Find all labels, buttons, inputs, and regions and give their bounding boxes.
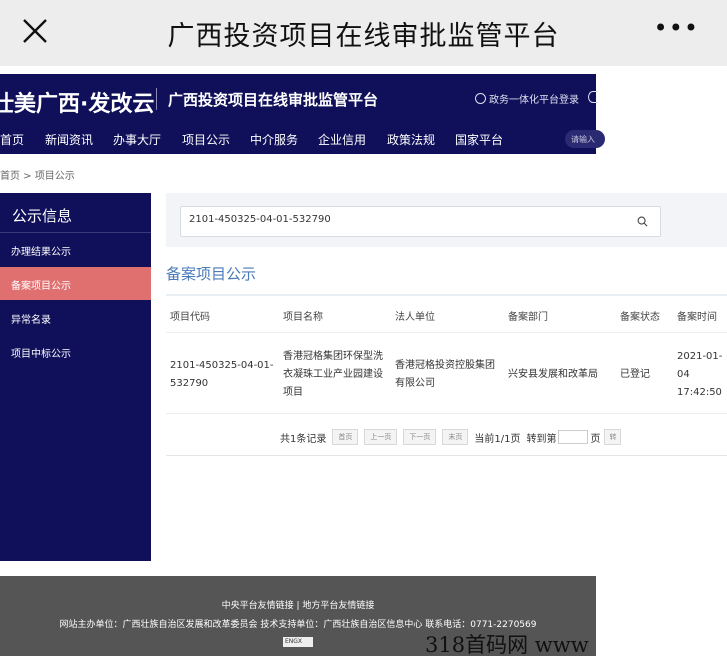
last-page-button[interactable]: 末页 (442, 429, 469, 445)
login-label: 政务一体化平台登录 (489, 95, 579, 106)
more-options-icon[interactable]: ••• (654, 14, 699, 42)
nav-item-credit[interactable]: 企业信用 (318, 131, 366, 148)
web-page: 壮美广西·发改云 广西投资项目在线审批监管平台 政务一体化平台登录 首页 新闻资… (0, 66, 727, 656)
nav-item-service-hall[interactable]: 办事大厅 (113, 131, 161, 148)
jump-page-input[interactable] (558, 430, 589, 444)
name-line-2: 衣凝珠工业产业园建设 (283, 369, 383, 380)
pagination: 共1条记录 首页 上一页 下一页 末页 当前1/1页 转到第 页 转 (280, 429, 622, 445)
first-page-button[interactable]: 首页 (332, 429, 359, 445)
partial-icon (588, 91, 598, 103)
name-line-3: 项目 (283, 387, 303, 398)
login-icon (475, 93, 486, 104)
sidebar-item-filing-notice[interactable]: 备案项目公示 (0, 267, 151, 300)
project-search-box (180, 206, 661, 237)
cell-filing-time: 2021-01- 04 17:42:50 (677, 348, 722, 402)
go-button[interactable]: 转 (604, 429, 622, 445)
row-separator (166, 413, 727, 414)
time-line-1: 2021-01- (677, 351, 723, 362)
site-title: 广西投资项目在线审批监管平台 (168, 91, 379, 109)
org-line-2: 有限公司 (395, 378, 435, 389)
prev-page-button[interactable]: 上一页 (364, 429, 398, 445)
site-logo[interactable]: 壮美广西·发改云 (0, 86, 154, 118)
app-top-bar: 广西投资项目在线审批监管平台 ••• (0, 0, 727, 66)
watermark-text: 318首码网 www (425, 633, 589, 656)
nav-item-news[interactable]: 新闻资讯 (45, 131, 93, 148)
nav-item-policy[interactable]: 政策法规 (387, 131, 435, 148)
total-records: 共1条记录 (280, 433, 327, 445)
time-line-2: 04 (677, 369, 690, 380)
section-divider (166, 294, 727, 296)
sidebar-title: 公示信息 (12, 207, 73, 225)
page-unit: 页 (590, 433, 601, 445)
column-header-org: 法人单位 (395, 312, 435, 323)
nav-item-home[interactable]: 首页 (0, 131, 24, 148)
header-divider (156, 88, 157, 110)
main-content: 备案项目公示 项目代码 项目名称 法人单位 备案部门 备案状态 备案时间 210… (166, 193, 727, 553)
jump-label: 转到第 (526, 433, 557, 445)
sidebar-item-abnormal-list[interactable]: 异常名录 (0, 301, 151, 334)
org-line-1: 香港冠格投资控股集团 (395, 360, 495, 371)
site-header: 壮美广西·发改云 广西投资项目在线审批监管平台 政务一体化平台登录 (0, 74, 598, 124)
footer-links[interactable]: 中央平台友情链接 | 地方平台友情链接 (0, 598, 596, 611)
app-title: 广西投资项目在线审批监管平台 (167, 21, 560, 52)
name-line-1: 香港冠格集团环保型洗 (283, 351, 383, 362)
sidebar: 公示信息 办理结果公示 备案项目公示 异常名录 项目中标公示 (0, 193, 151, 561)
code-line-1: 2101-450325-04-01- (170, 360, 274, 371)
nav-search-input[interactable]: 请输入 (565, 130, 605, 148)
column-header-code: 项目代码 (170, 312, 210, 323)
main-nav: 首页 新闻资讯 办事大厅 项目公示 中介服务 企业信用 政策法规 国家平台 请输… (0, 124, 605, 154)
header-separator (166, 332, 727, 333)
column-header-name: 项目名称 (283, 312, 323, 323)
nav-item-national-platform[interactable]: 国家平台 (455, 131, 503, 148)
next-page-button[interactable]: 下一页 (403, 429, 437, 445)
nav-item-project-notice[interactable]: 项目公示 (182, 131, 230, 148)
code-line-2: 532790 (170, 378, 209, 389)
sidebar-item-result-notice[interactable]: 办理结果公示 (0, 233, 151, 266)
cell-filing-dept: 兴安县发展和改革局 (508, 369, 598, 380)
project-code-input[interactable] (189, 214, 609, 225)
search-icon[interactable] (637, 216, 648, 227)
cell-project-code: 2101-450325-04-01- 532790 (170, 357, 274, 393)
breadcrumb: 首页 > 项目公示 (0, 171, 75, 182)
time-line-3: 17:42:50 (677, 387, 722, 398)
cell-legal-entity: 香港冠格投资控股集团 有限公司 (395, 357, 495, 393)
current-page: 当前1/1页 (474, 433, 521, 445)
content-divider (166, 455, 727, 456)
sidebar-item-bid-notice[interactable]: 项目中标公示 (0, 335, 151, 368)
gov-platform-login-link[interactable]: 政务一体化平台登录 (475, 91, 579, 106)
column-header-time: 备案时间 (677, 312, 717, 323)
section-title: 备案项目公示 (166, 265, 257, 283)
column-header-status: 备案状态 (620, 312, 660, 323)
column-header-dept: 备案部门 (508, 312, 548, 323)
cell-project-name[interactable]: 香港冠格集团环保型洗 衣凝珠工业产业园建设 项目 (283, 348, 383, 402)
footer-badge[interactable]: ENGX (283, 637, 313, 647)
nav-item-agency-service[interactable]: 中介服务 (250, 131, 298, 148)
search-bar (166, 193, 727, 247)
cell-filing-status: 已登记 (620, 369, 650, 380)
